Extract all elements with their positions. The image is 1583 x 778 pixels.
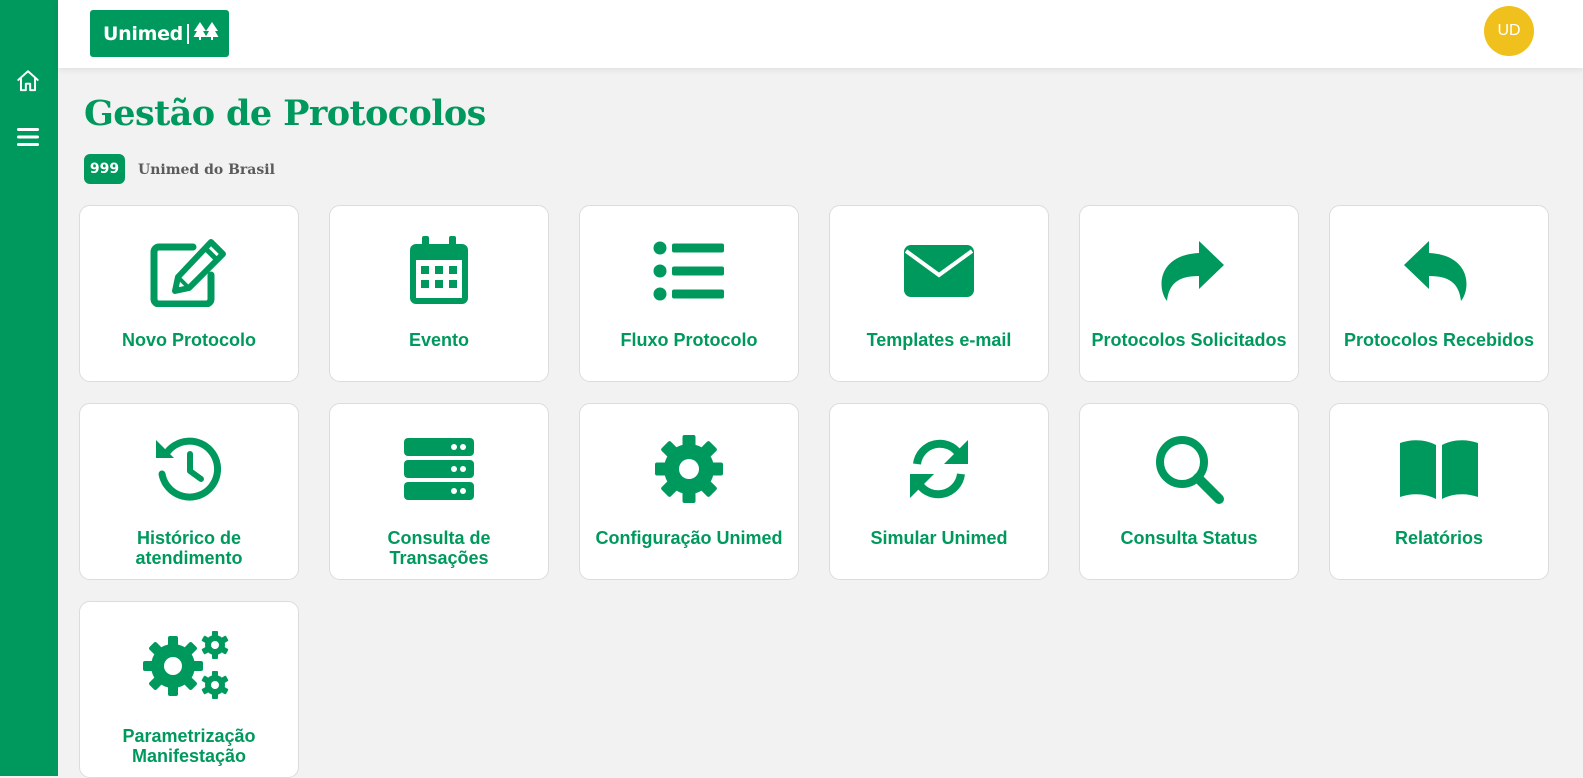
share-icon	[1080, 236, 1298, 306]
edit-icon	[80, 236, 298, 307]
tile-fluxo-protocolo[interactable]: Fluxo Protocolo	[579, 205, 799, 382]
server-icon	[330, 434, 548, 504]
unimed-tree-icon	[193, 21, 219, 46]
tile-label: Configuração Unimed	[595, 528, 783, 548]
tile-protocolos-recebidos[interactable]: Protocolos Recebidos	[1329, 205, 1549, 382]
tile-consulta-status[interactable]: Consulta Status	[1079, 403, 1299, 580]
org-code-badge: 999	[84, 154, 125, 184]
tile-label: Histórico de atendimento	[135, 528, 243, 568]
tile-label: Fluxo Protocolo	[620, 330, 758, 350]
home-icon	[15, 68, 41, 99]
unimed-logo[interactable]: Unimed	[90, 10, 229, 57]
tile-label: Protocolos Recebidos	[1343, 330, 1535, 350]
tile-label: Templates e-mail	[866, 330, 1012, 350]
calendar-icon	[330, 236, 548, 306]
tile-historico-atendimento[interactable]: Histórico de atendimento	[79, 403, 299, 580]
tile-parametrizacao-manifestacao[interactable]: Parametrização Manifestação	[79, 601, 299, 778]
tile-label: Relatórios	[1394, 528, 1484, 548]
list-icon	[580, 236, 798, 306]
home-button[interactable]	[14, 69, 42, 97]
tile-consulta-transacoes[interactable]: Consulta de Transações	[329, 403, 549, 580]
tile-protocolos-solicitados[interactable]: Protocolos Solicitados	[1079, 205, 1299, 382]
history-icon	[80, 434, 298, 504]
logo-text: Unimed	[103, 22, 183, 45]
tile-label: Consulta de Transações	[387, 528, 491, 568]
search-icon	[1080, 434, 1298, 504]
tile-label: Evento	[408, 330, 469, 350]
menu-icon	[17, 127, 39, 152]
tile-templates-email[interactable]: Templates e-mail	[829, 205, 1049, 382]
tile-label: Parametrização Manifestação	[122, 726, 256, 766]
top-bar: Unimed UD	[58, 0, 1583, 68]
book-icon	[1330, 434, 1548, 504]
tile-relatorios[interactable]: Relatórios	[1329, 403, 1549, 580]
sidebar	[0, 0, 58, 776]
tile-label: Protocolos Solicitados	[1091, 330, 1287, 350]
reply-icon	[1330, 236, 1548, 306]
page-title: Gestão de Protocolos	[84, 93, 486, 134]
logo-separator	[186, 23, 189, 44]
menu-button[interactable]	[14, 125, 42, 153]
tile-configuracao-unimed[interactable]: Configuração Unimed	[579, 403, 799, 580]
org-name: Unimed do Brasil	[138, 162, 275, 178]
envelope-icon	[830, 236, 1048, 306]
gears-icon	[80, 631, 298, 702]
user-avatar[interactable]: UD	[1484, 6, 1534, 56]
tile-label: Simular Unimed	[870, 528, 1008, 548]
tile-label: Consulta Status	[1120, 528, 1258, 548]
gear-icon	[580, 434, 798, 504]
tile-novo-protocolo[interactable]: Novo Protocolo	[79, 205, 299, 382]
tile-simular-unimed[interactable]: Simular Unimed	[829, 403, 1049, 580]
tile-label: Novo Protocolo	[122, 330, 256, 350]
sync-icon	[830, 434, 1048, 504]
tile-evento[interactable]: Evento	[329, 205, 549, 382]
